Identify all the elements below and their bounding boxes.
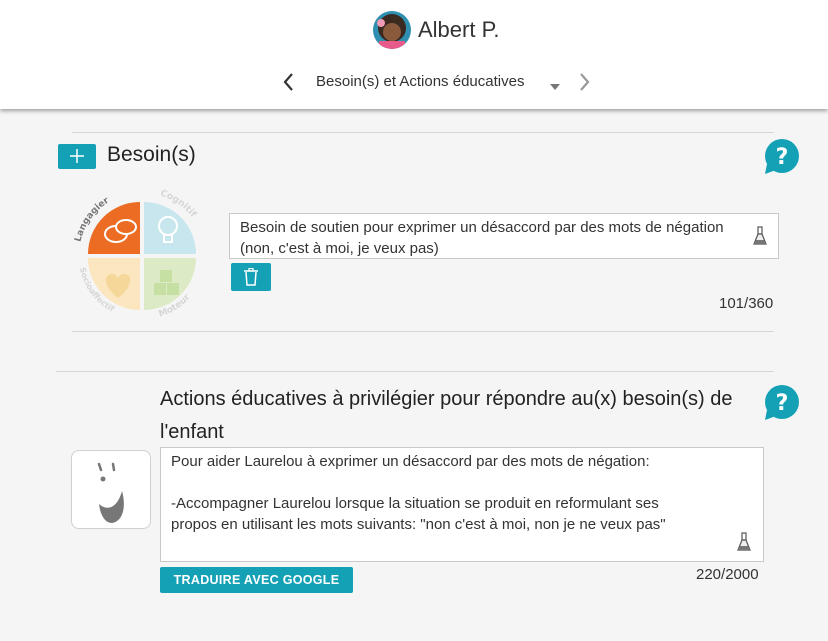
caret-down-icon[interactable] [550, 78, 560, 90]
chevron-left-icon [283, 73, 293, 91]
actions-text-line[interactable]: Pour aider Laurelou à exprimer un désacc… [171, 451, 650, 472]
need-textarea[interactable]: Besoin de soutien pour exprimer un désac… [229, 213, 779, 259]
actions-text-line[interactable]: propos en utilisant les mots suivants: "… [171, 514, 666, 535]
domain-wheel: Langagier Cognitif Socioaffectif Moteur [74, 189, 198, 320]
divider [72, 132, 774, 133]
actions-textarea[interactable]: Pour aider Laurelou à exprimer un désacc… [160, 447, 764, 562]
need-text[interactable]: Besoin de soutien pour exprimer un désac… [240, 217, 740, 259]
delete-need-button[interactable] [231, 263, 271, 291]
add-need-button[interactable] [58, 144, 96, 169]
help-icon[interactable]: ? [762, 138, 802, 178]
svg-text:?: ? [776, 145, 789, 170]
user-name: Albert P. [418, 17, 500, 42]
needs-title: Besoin(s) [107, 143, 196, 166]
actions-text-line[interactable]: -Accompagner Laurelou lorsque la situati… [171, 493, 659, 514]
help-icon[interactable]: ? [762, 384, 802, 424]
divider [72, 331, 774, 332]
actions-title: Actions éducatives à privilégier pour ré… [160, 388, 733, 443]
avatar[interactable] [373, 11, 411, 49]
top-bar: Albert P. Besoin(s) et Actions éducative… [0, 0, 828, 109]
flask-icon[interactable] [736, 532, 752, 552]
actions-char-counter: 220/2000 [696, 566, 759, 583]
previous-section-button[interactable] [280, 70, 298, 94]
trash-icon [244, 268, 258, 286]
plus-icon [70, 149, 84, 163]
translate-google-button[interactable]: TRADUIRE AVEC GOOGLE [160, 567, 353, 593]
child-face-icon [71, 450, 151, 529]
need-char-counter: 101/360 [719, 295, 774, 312]
flask-icon[interactable] [752, 226, 768, 246]
next-section-button[interactable] [576, 70, 594, 94]
section-selector[interactable]: Besoin(s) et Actions éducatives [316, 73, 524, 90]
divider [56, 371, 774, 372]
svg-text:?: ? [776, 391, 789, 416]
chevron-right-icon [580, 73, 590, 91]
